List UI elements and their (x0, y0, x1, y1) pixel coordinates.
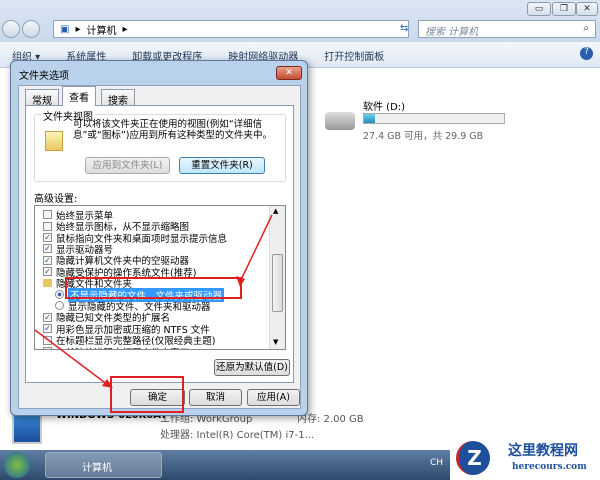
language-indicator[interactable]: CH (430, 458, 443, 468)
annotation-arrows (34, 214, 273, 388)
arrowhead-icon (236, 276, 245, 287)
watermark-url: herecours.com (512, 462, 587, 472)
watermark-title: 这里教程网 (508, 443, 578, 459)
start-button[interactable] (4, 452, 30, 478)
arrow-to-radio (239, 214, 273, 283)
watermark-logo: Z (456, 441, 490, 475)
tab-view[interactable]: 查看 (62, 86, 96, 106)
arrowhead-icon (102, 379, 113, 388)
taskbar-item-computer[interactable]: 计算机 (45, 452, 162, 478)
taskbar-item-label: 计算机 (82, 463, 112, 474)
watermark: Z 这里教程网 herecours.com (450, 437, 600, 480)
arrow-to-ok (34, 329, 109, 386)
